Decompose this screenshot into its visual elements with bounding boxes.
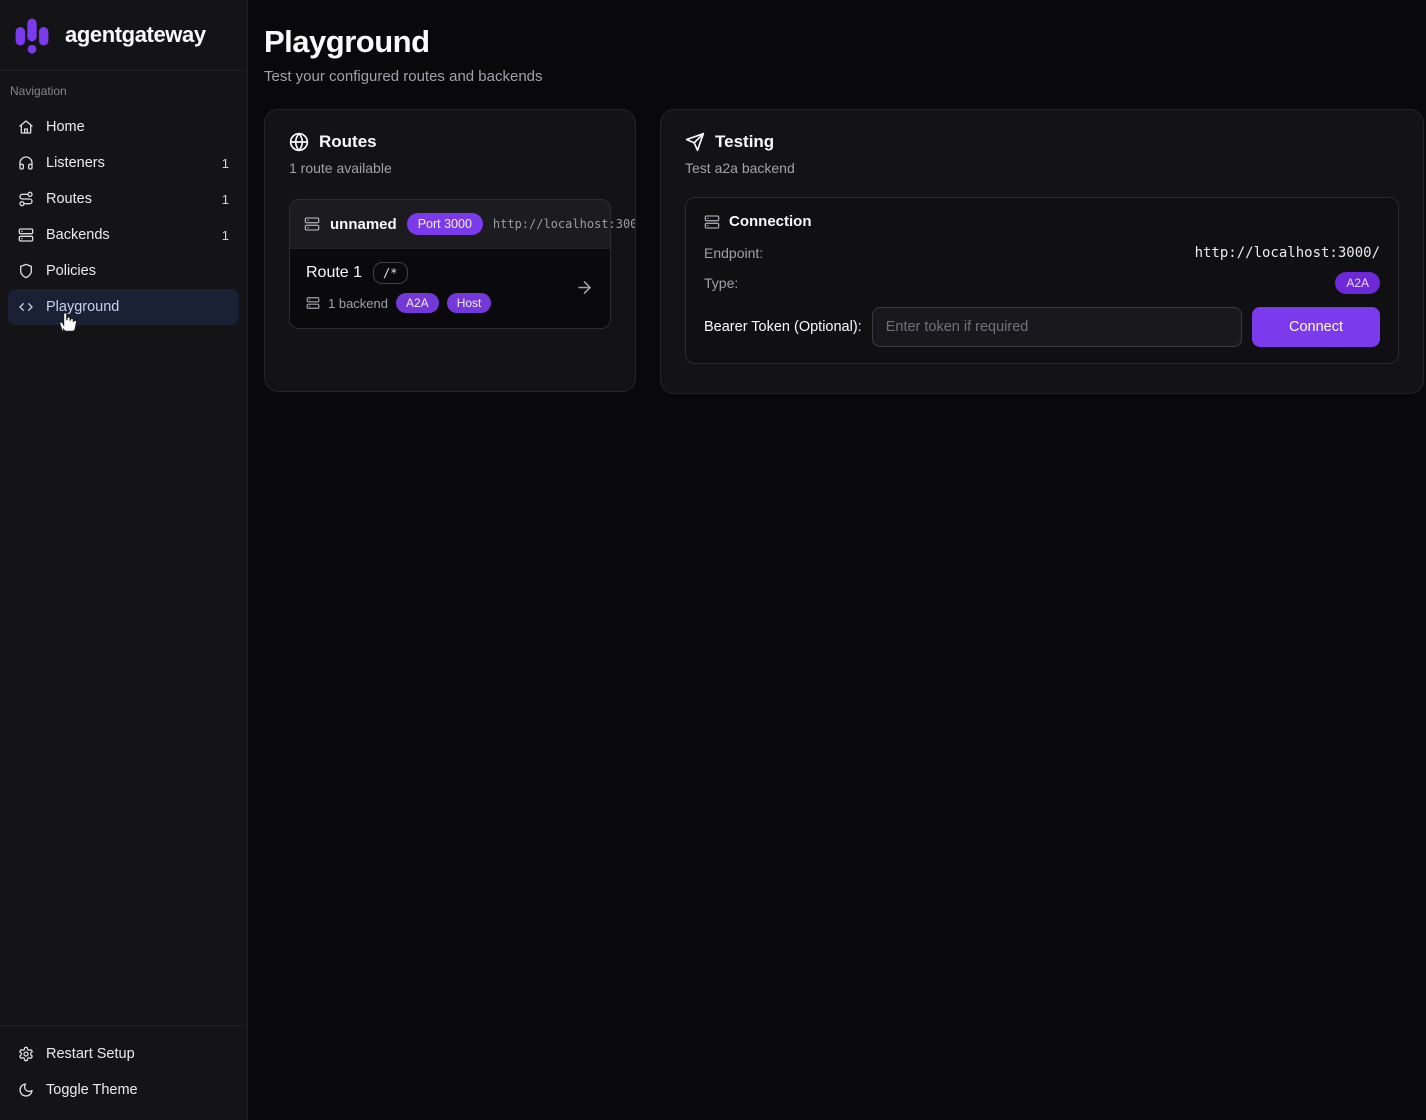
brand-name: agentgateway — [65, 22, 206, 48]
connection-title: Connection — [729, 213, 812, 230]
endpoint-value: http://localhost:3000/ — [1195, 245, 1380, 261]
connection-panel: Connection Endpoint: http://localhost:30… — [685, 197, 1399, 364]
page-title: Playground — [264, 26, 1426, 58]
gear-icon — [18, 1046, 34, 1062]
arrow-right-icon — [575, 278, 594, 297]
server-icon — [306, 296, 320, 310]
sidebar-item-label: Home — [46, 119, 85, 135]
toggle-theme-button[interactable]: Toggle Theme — [8, 1072, 239, 1108]
moon-icon — [18, 1082, 34, 1098]
sidebar-item-listeners[interactable]: Listeners 1 — [8, 145, 239, 181]
route-list-item[interactable]: Route 1 /* 1 backend A2A Host — [290, 248, 610, 328]
type-label: Type: — [704, 275, 738, 291]
bearer-token-label: Bearer Token (Optional): — [704, 319, 862, 335]
headphones-icon — [18, 155, 34, 171]
sidebar-item-count: 1 — [222, 192, 229, 207]
listener-url: http://localhost:3000/ — [493, 217, 636, 231]
connect-button[interactable]: Connect — [1252, 307, 1380, 347]
sidebar-item-backends[interactable]: Backends 1 — [8, 217, 239, 253]
sidebar-item-count: 1 — [222, 228, 229, 243]
routes-card-subtitle: 1 route available — [289, 160, 611, 176]
nav-section-label: Navigation — [8, 84, 239, 98]
sidebar-item-label: Policies — [46, 263, 96, 279]
type-badge: A2A — [1335, 272, 1380, 294]
brand-header: agentgateway — [0, 0, 247, 71]
sidebar-item-label: Backends — [46, 227, 110, 243]
endpoint-label: Endpoint: — [704, 245, 763, 261]
server-icon — [304, 216, 320, 232]
route-info: Route 1 /* 1 backend A2A Host — [306, 262, 491, 313]
sidebar-item-label: Playground — [46, 299, 119, 315]
send-icon — [685, 132, 705, 152]
sidebar-item-home[interactable]: Home — [8, 109, 239, 145]
shield-icon — [18, 263, 34, 279]
testing-card-header: Testing — [685, 132, 1399, 152]
code-icon — [18, 299, 34, 315]
sidebar-nav: Navigation Home Listeners 1 Routes 1 — [0, 71, 247, 1025]
bearer-token-input[interactable] — [872, 307, 1242, 347]
home-icon — [18, 119, 34, 135]
page-subtitle: Test your configured routes and backends — [264, 68, 1426, 85]
server-icon — [18, 227, 34, 243]
routes-card: Routes 1 route available unnamed Port 30… — [264, 109, 636, 392]
toggle-theme-label: Toggle Theme — [46, 1082, 138, 1098]
sidebar-item-routes[interactable]: Routes 1 — [8, 181, 239, 217]
sidebar-item-label: Routes — [46, 191, 92, 207]
testing-card: Testing Test a2a backend Connection Endp… — [660, 109, 1424, 394]
route-protocol-badge: A2A — [396, 293, 439, 313]
testing-card-subtitle: Test a2a backend — [685, 160, 1399, 176]
routes-card-title: Routes — [319, 132, 377, 152]
route-icon — [18, 191, 34, 207]
routes-card-header: Routes — [289, 132, 611, 152]
sidebar-item-playground[interactable]: Playground — [8, 289, 239, 325]
agentgateway-logo-icon — [12, 14, 52, 56]
testing-card-title: Testing — [715, 132, 774, 152]
server-icon — [704, 214, 720, 230]
cards-row: Routes 1 route available unnamed Port 30… — [264, 109, 1426, 394]
listener-name: unnamed — [330, 216, 397, 233]
sidebar-footer: Restart Setup Toggle Theme — [0, 1025, 247, 1120]
restart-setup-button[interactable]: Restart Setup — [8, 1036, 239, 1072]
connection-header: Connection — [704, 213, 1380, 230]
route-path-badge: /* — [373, 262, 407, 284]
sidebar-item-label: Listeners — [46, 155, 105, 171]
main-content: Playground Test your configured routes a… — [248, 0, 1426, 1120]
bearer-token-row: Bearer Token (Optional): Connect — [704, 307, 1380, 347]
restart-setup-label: Restart Setup — [46, 1046, 135, 1062]
port-badge: Port 3000 — [407, 213, 483, 235]
type-row: Type: A2A — [704, 272, 1380, 294]
route-host-badge: Host — [447, 293, 492, 313]
sidebar-item-count: 1 — [222, 156, 229, 171]
endpoint-row: Endpoint: http://localhost:3000/ — [704, 245, 1380, 261]
sidebar: agentgateway Navigation Home Listeners 1… — [0, 0, 248, 1120]
listener-header: unnamed Port 3000 http://localhost:3000/ — [290, 200, 610, 248]
globe-icon — [289, 132, 309, 152]
route-name: Route 1 — [306, 264, 362, 282]
listener-group: unnamed Port 3000 http://localhost:3000/… — [289, 199, 611, 329]
route-backend-count: 1 backend — [328, 296, 388, 311]
sidebar-item-policies[interactable]: Policies — [8, 253, 239, 289]
